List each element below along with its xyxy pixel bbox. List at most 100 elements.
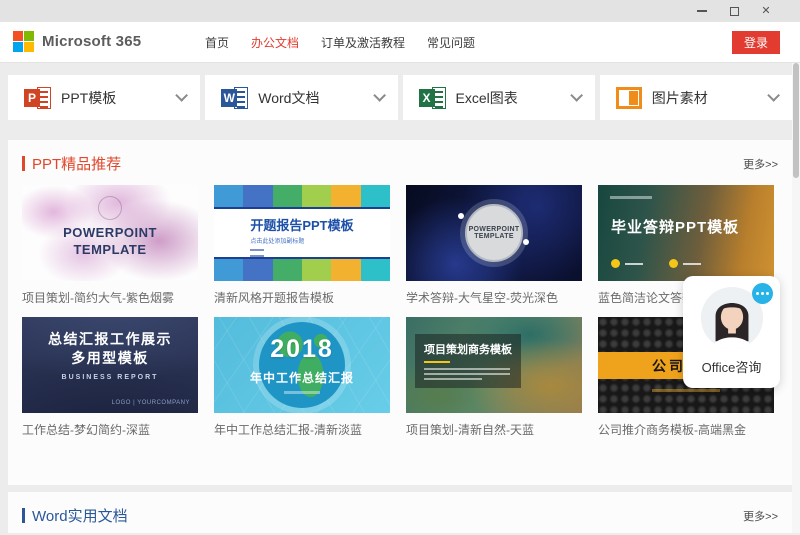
section-accent-bar xyxy=(22,508,25,523)
category-image-assets[interactable]: 图片素材 xyxy=(600,75,792,120)
login-button[interactable]: 登录 xyxy=(732,31,780,54)
thumb-circle-badge: POWERPOINT TEMPLATE xyxy=(465,204,523,262)
category-excel-charts[interactable]: X Excel图表 xyxy=(403,75,595,120)
placeholder-line xyxy=(625,263,643,265)
thumb-title-panel: 项目策划商务模板 xyxy=(415,334,521,388)
minimize-icon xyxy=(697,10,707,12)
placeholder-line xyxy=(424,368,510,370)
template-grid: POWERPOINT TEMPLATE 项目策划-简约大气-紫色烟雾 开题报告P… xyxy=(8,183,792,435)
template-thumbnail: 总结汇报工作展示 多用型模板 BUSINESS REPORT LOGO | YO… xyxy=(22,317,198,413)
thumb-title-line: POWERPOINT xyxy=(63,225,157,240)
category-ppt-templates[interactable]: P PPT模板 xyxy=(8,75,200,120)
maximize-button[interactable] xyxy=(728,5,740,17)
window-titlebar: ✕ xyxy=(0,0,800,22)
section-header: Word实用文档 更多>> xyxy=(8,492,792,535)
word-icon: W xyxy=(221,86,248,110)
powerpoint-icon: P xyxy=(24,86,51,110)
thumb-title: 年中工作总结汇报 xyxy=(214,369,390,386)
template-card[interactable]: 2018 年中工作总结汇报 年中工作总结汇报-清新淡蓝 xyxy=(214,317,390,435)
template-thumbnail: 开题报告PPT模板 点击此处添加副标题 xyxy=(214,185,390,281)
color-stripes xyxy=(214,259,390,281)
chevron-down-icon xyxy=(767,89,780,102)
template-thumbnail: POWERPOINT TEMPLATE xyxy=(22,185,198,281)
category-label: PPT模板 xyxy=(61,88,116,108)
category-word-docs[interactable]: W Word文档 xyxy=(205,75,397,120)
template-thumbnail: POWERPOINT TEMPLATE xyxy=(406,185,582,281)
template-caption: 项目策划-简约大气-紫色烟雾 xyxy=(22,289,198,303)
excel-icon: X xyxy=(419,86,446,110)
logo-square-red xyxy=(13,31,23,41)
office-chat-widget[interactable]: Office咨询 xyxy=(683,276,780,388)
logo-ring xyxy=(98,196,122,220)
thumb-footer: LOGO | YOURCOMPANY xyxy=(112,400,190,406)
minimize-button[interactable] xyxy=(696,5,708,17)
placeholder-line xyxy=(652,389,720,392)
thumb-title: 开题报告PPT模板 xyxy=(250,215,353,234)
thumb-title-line: TEMPLATE xyxy=(73,242,146,257)
template-caption: 公司推介商务模板-高端黑金 xyxy=(598,421,774,435)
template-card[interactable]: 开题报告PPT模板 点击此处添加副标题 清新风格开题报告模板 xyxy=(214,185,390,303)
word-icon-letter: W xyxy=(221,89,237,107)
chevron-down-icon xyxy=(373,89,386,102)
template-caption: 清新风格开题报告模板 xyxy=(214,289,390,303)
thumb-title: 项目策划商务模板 xyxy=(424,341,512,357)
chat-widget-label: Office咨询 xyxy=(702,357,762,376)
placeholder-line xyxy=(250,249,264,251)
nav-item-office-docs[interactable]: 办公文档 xyxy=(251,34,299,51)
microsoft-logo-icon xyxy=(13,31,34,52)
color-stripes xyxy=(214,185,390,207)
section-accent-bar xyxy=(22,156,25,171)
thumb-footer xyxy=(611,259,701,268)
template-thumbnail: 项目策划商务模板 xyxy=(406,317,582,413)
category-bar: P PPT模板 W Word文档 X Excel图表 图片素材 xyxy=(8,75,792,120)
close-icon: ✕ xyxy=(761,6,770,17)
main-nav: 首页 办公文档 订单及激活教程 常见问题 xyxy=(205,22,475,63)
thumb-title-line: POWERPOINT xyxy=(469,226,520,233)
brand-name: Microsoft 365 xyxy=(42,33,141,50)
scrollbar-thumb[interactable] xyxy=(793,63,799,178)
nav-item-orders-activation[interactable]: 订单及激活教程 xyxy=(321,34,405,51)
template-thumbnail: 2018 年中工作总结汇报 xyxy=(214,317,390,413)
template-card[interactable]: POWERPOINT TEMPLATE 项目策划-简约大气-紫色烟雾 xyxy=(22,185,198,303)
template-caption: 项目策划-清新自然-天蓝 xyxy=(406,421,582,435)
thumb-subtitle: BUSINESS REPORT xyxy=(22,374,198,381)
template-caption: 学术答辩-大气星空-荧光深色 xyxy=(406,289,582,303)
close-button[interactable]: ✕ xyxy=(760,5,772,17)
powerpoint-icon-letter: P xyxy=(24,89,40,107)
template-card[interactable]: 总结汇报工作展示 多用型模板 BUSINESS REPORT LOGO | YO… xyxy=(22,317,198,435)
more-link[interactable]: 更多>> xyxy=(743,156,778,172)
placeholder-line xyxy=(683,263,701,265)
template-card[interactable]: 项目策划商务模板 项目策划-清新自然-天蓝 xyxy=(406,317,582,435)
section-header: PPT精品推荐 更多>> xyxy=(8,140,792,183)
template-card[interactable]: POWERPOINT TEMPLATE 学术答辩-大气星空-荧光深色 xyxy=(406,185,582,303)
excel-icon-letter: X xyxy=(419,89,435,107)
deco-dot xyxy=(611,259,620,268)
word-docs-section: Word实用文档 更多>> xyxy=(8,492,792,533)
template-caption: 年中工作总结汇报-清新淡蓝 xyxy=(214,421,390,435)
thumb-title-line: 多用型模板 xyxy=(71,350,149,366)
category-label: 图片素材 xyxy=(652,88,708,108)
thumb-title-line: TEMPLATE xyxy=(474,233,514,240)
template-caption: 工作总结-梦幻简约-深蓝 xyxy=(22,421,198,435)
chevron-down-icon xyxy=(176,89,189,102)
maximize-icon xyxy=(730,7,739,16)
chevron-down-icon xyxy=(570,89,583,102)
ppt-recommend-section: PPT精品推荐 更多>> POWERPOINT TEMPLATE 项目策划-简约… xyxy=(8,140,792,485)
thumb-title-line: 总结汇报工作展示 xyxy=(48,331,172,347)
deco-dot xyxy=(669,259,678,268)
category-label: Word文档 xyxy=(258,88,319,108)
logo-square-blue xyxy=(13,42,23,52)
thumb-title: 毕业答辩PPT模板 xyxy=(611,216,739,237)
title-underline xyxy=(424,361,450,363)
deco-dot xyxy=(458,213,464,219)
more-link[interactable]: 更多>> xyxy=(743,508,778,524)
chat-bubble-icon xyxy=(752,283,773,304)
app-header: Microsoft 365 首页 办公文档 订单及激活教程 常见问题 登录 xyxy=(0,22,800,63)
brand: Microsoft 365 xyxy=(13,31,141,52)
category-label: Excel图表 xyxy=(456,88,518,108)
nav-item-faq[interactable]: 常见问题 xyxy=(427,34,475,51)
thumb-subtitle: 点击此处添加副标题 xyxy=(250,236,353,245)
section-title: Word实用文档 xyxy=(32,505,128,526)
placeholder-line xyxy=(610,196,652,199)
nav-item-home[interactable]: 首页 xyxy=(205,34,229,51)
